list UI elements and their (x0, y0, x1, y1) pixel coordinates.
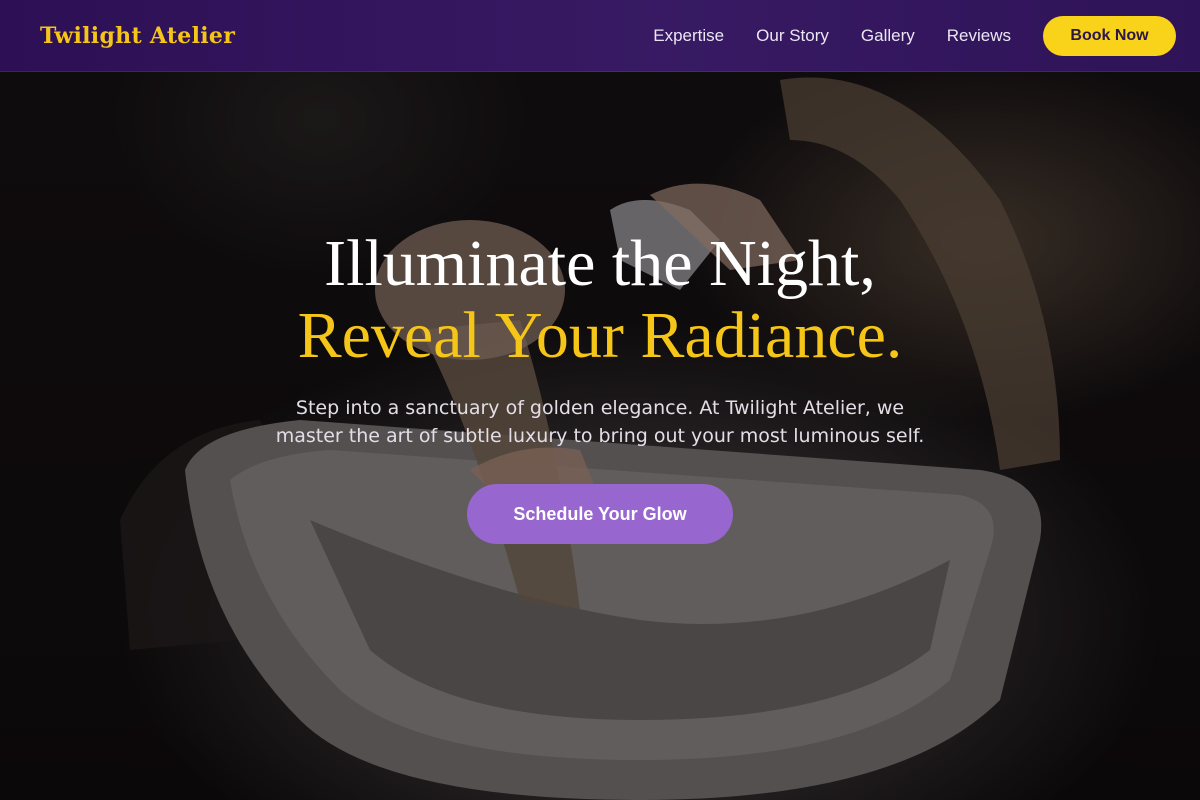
site-header: Twilight Atelier Expertise Our Story Gal… (0, 0, 1200, 72)
nav-link-gallery[interactable]: Gallery (861, 26, 915, 46)
main-nav: Expertise Our Story Gallery Reviews Book… (621, 15, 1176, 56)
hero-title-line-1: Illuminate the Night, (324, 227, 876, 300)
hero-section: Illuminate the Night, Reveal Your Radian… (0, 228, 1200, 544)
book-now-button[interactable]: Book Now (1043, 15, 1176, 56)
hero-title: Illuminate the Night, Reveal Your Radian… (0, 228, 1200, 372)
nav-link-expertise[interactable]: Expertise (653, 26, 724, 46)
hero-subtitle: Step into a sanctuary of golden elegance… (275, 397, 925, 447)
brand-logo[interactable]: Twilight Atelier (40, 23, 235, 49)
schedule-glow-button[interactable]: Schedule Your Glow (467, 484, 733, 544)
hero-title-line-2: Reveal Your Radiance. (297, 299, 903, 372)
nav-link-our-story[interactable]: Our Story (756, 26, 829, 46)
nav-link-reviews[interactable]: Reviews (947, 26, 1011, 46)
